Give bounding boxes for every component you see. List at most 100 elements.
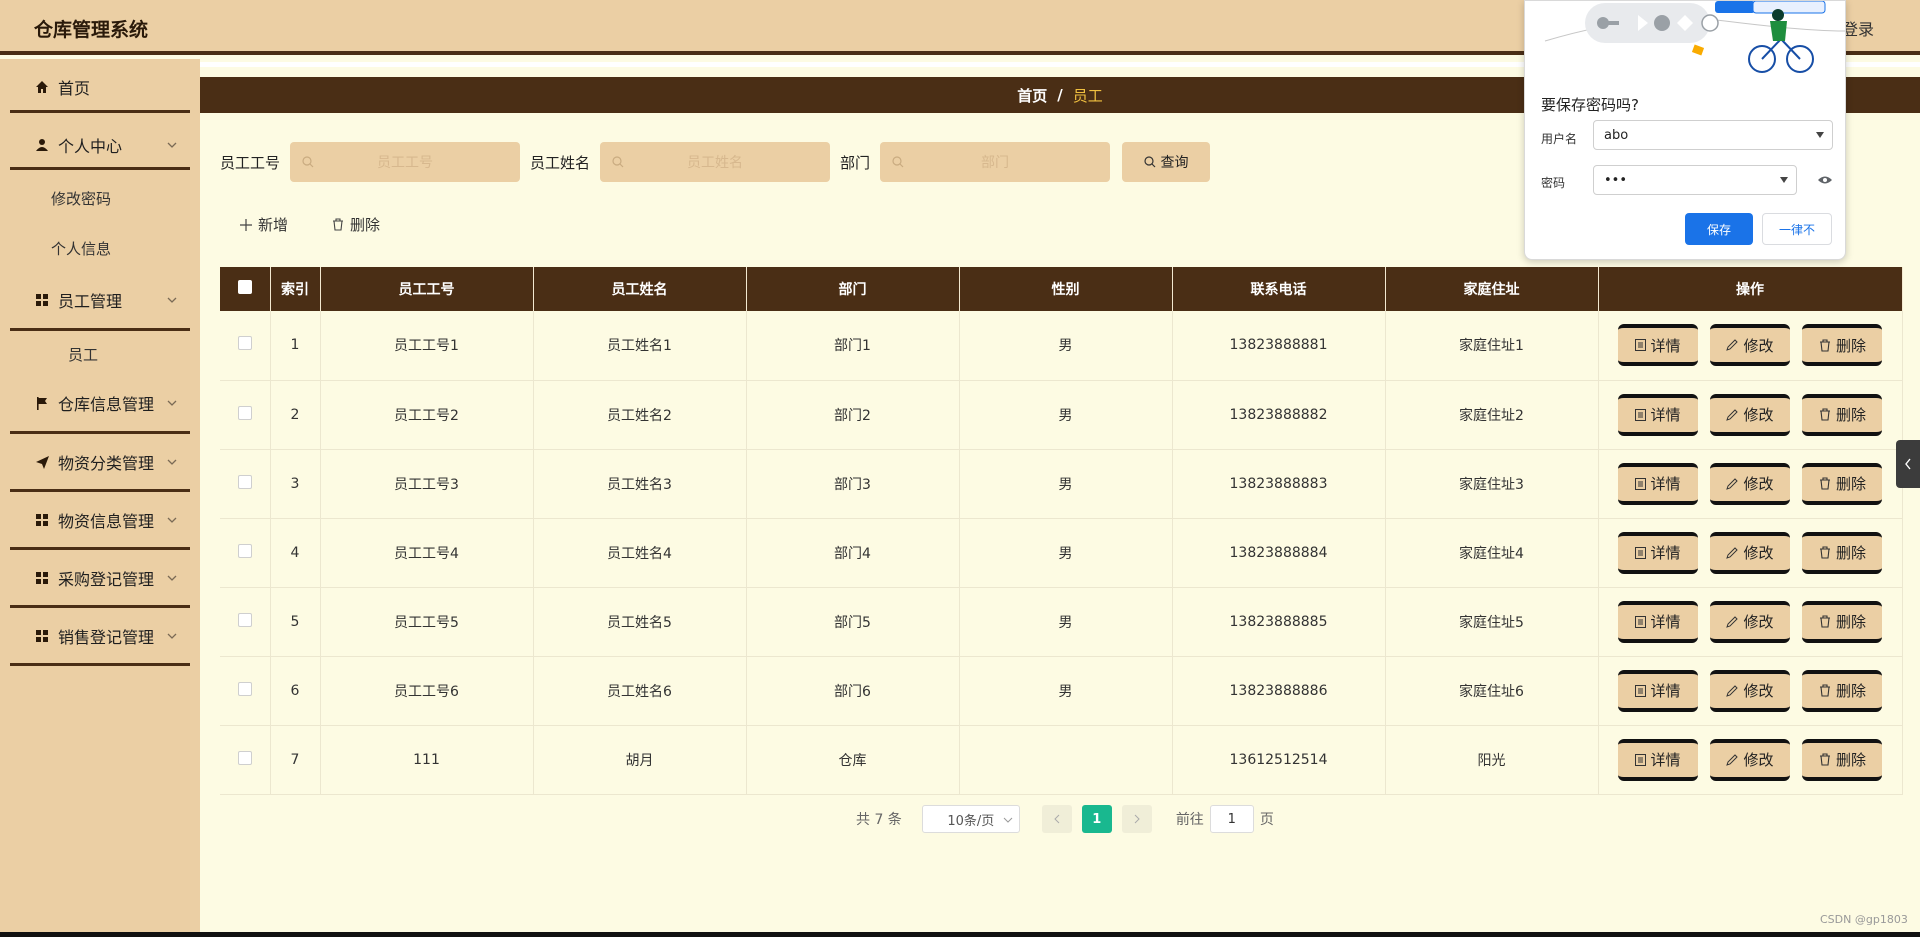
edit-button[interactable]: 修改 (1710, 531, 1790, 574)
bottom-bar (0, 932, 1920, 937)
sidebar-item-goods[interactable]: 物资信息管理 (10, 492, 190, 548)
delete-button[interactable]: 删除 (1802, 669, 1883, 712)
sidebar-item-label: 员工管理 (58, 292, 123, 311)
dept-input[interactable]: 部门 (880, 142, 1111, 182)
cell-gender: 男 (959, 656, 1173, 726)
add-button[interactable]: 新增 (240, 214, 288, 235)
column-header: 部门 (746, 267, 960, 311)
emp-no-input[interactable]: 员工工号 (290, 142, 521, 182)
breadcrumb-home[interactable]: 首页 (1017, 85, 1047, 106)
password-field[interactable]: ••• (1593, 165, 1797, 195)
cell-gender: 男 (959, 380, 1173, 450)
column-header: 操作 (1598, 267, 1903, 311)
delete-button[interactable]: 删除 (1802, 738, 1883, 781)
sidebar-item-label: 仓库信息管理 (58, 395, 155, 414)
row-checkbox[interactable] (237, 474, 252, 489)
eye-icon[interactable] (1817, 175, 1833, 185)
detail-label: 详情 (1650, 544, 1681, 562)
row-checkbox[interactable] (237, 681, 252, 696)
goto-page-input[interactable]: 1 (1209, 805, 1254, 833)
edit-label: 修改 (1743, 682, 1774, 700)
save-password-button[interactable]: 保存 (1685, 213, 1753, 245)
row-checkbox[interactable] (237, 405, 252, 420)
edit-button[interactable]: 修改 (1710, 324, 1790, 367)
sidebar-item-employee[interactable]: 员工管理 (10, 272, 190, 328)
cell-index: 1 (270, 311, 321, 381)
cell-dept: 部门1 (746, 311, 960, 381)
cell-actions: 详情 修改 删除 (1598, 725, 1903, 795)
username-field[interactable]: abo (1593, 120, 1833, 150)
sidebar-item-sales[interactable]: 销售登记管理 (10, 608, 190, 664)
detail-button[interactable]: 详情 (1617, 531, 1698, 574)
trash-icon (1819, 615, 1830, 628)
cell-dept: 部门4 (746, 518, 960, 588)
chevron-down-icon (167, 459, 177, 465)
edit-button[interactable]: 修改 (1710, 738, 1790, 781)
sidebar-item-purchase[interactable]: 采购登记管理 (10, 550, 190, 606)
cell-phone: 13823888882 (1172, 380, 1386, 450)
edit-icon (1726, 684, 1739, 697)
edit-label: 修改 (1743, 751, 1774, 769)
sidebar-subitem-employee[interactable]: 员工 (10, 331, 190, 377)
sidebar-subitem-change-password[interactable]: 修改密码 (10, 175, 190, 221)
select-all-cell[interactable] (220, 267, 271, 311)
select-all-checkbox[interactable] (237, 280, 252, 294)
detail-button[interactable]: 详情 (1617, 738, 1698, 781)
sidebar-item-warehouse[interactable]: 仓库信息管理 (10, 375, 190, 431)
detail-button[interactable]: 详情 (1617, 324, 1698, 367)
detail-button[interactable]: 详情 (1617, 462, 1698, 505)
sidebar-item-label: 首页 (58, 79, 91, 98)
row-select-cell[interactable] (220, 656, 271, 726)
search-icon (1143, 156, 1155, 168)
cell-phone: 13612512514 (1172, 725, 1386, 795)
row-checkbox[interactable] (237, 750, 252, 765)
page-size-select[interactable]: 10条/页 (921, 805, 1020, 833)
sidebar-item-label: 销售登记管理 (58, 628, 155, 647)
detail-label: 详情 (1650, 406, 1681, 424)
edit-button[interactable]: 修改 (1710, 600, 1790, 643)
detail-button[interactable]: 详情 (1617, 669, 1698, 712)
username-value: abo (1604, 127, 1629, 143)
side-collapse-tab[interactable] (1896, 440, 1920, 488)
cell-phone: 13823888884 (1172, 518, 1386, 588)
chevron-down-icon (167, 517, 177, 523)
prev-page-button[interactable] (1041, 805, 1072, 833)
delete-button[interactable]: 删除 (1802, 531, 1883, 574)
emp-name-input[interactable]: 员工姓名 (600, 142, 831, 182)
detail-button[interactable]: 详情 (1617, 600, 1698, 643)
edit-icon (1726, 477, 1739, 490)
delete-button[interactable]: 删除 (1802, 324, 1883, 367)
row-select-cell[interactable] (220, 380, 271, 450)
row-select-cell[interactable] (220, 449, 271, 519)
query-button[interactable]: 查询 (1122, 142, 1211, 182)
row-checkbox[interactable] (237, 612, 252, 627)
row-select-cell[interactable] (220, 725, 271, 795)
cell-index: 6 (270, 656, 321, 726)
edit-button[interactable]: 修改 (1710, 669, 1790, 712)
sidebar-item-category[interactable]: 物资分类管理 (10, 434, 190, 490)
delete-button[interactable]: 删除 (1802, 393, 1883, 436)
delete-button[interactable]: 删除 (1802, 462, 1883, 505)
next-page-button[interactable] (1121, 805, 1152, 833)
sidebar-subitem-personal-info[interactable]: 个人信息 (10, 225, 190, 271)
never-save-button[interactable]: 一律不 (1762, 213, 1832, 245)
delete-label: 删除 (1835, 475, 1866, 493)
page-size-value: 10条/页 (947, 813, 995, 829)
cell-emp-no: 员工工号6 (320, 656, 534, 726)
sidebar-item-personal[interactable]: 个人中心 (10, 117, 190, 173)
row-select-cell[interactable] (220, 587, 271, 657)
delete-button[interactable]: 删除 (1802, 600, 1883, 643)
batch-delete-button[interactable]: 删除 (332, 214, 380, 235)
sidebar-item-home[interactable]: 首页 (10, 59, 190, 115)
row-select-cell[interactable] (220, 311, 271, 381)
row-checkbox[interactable] (237, 336, 252, 351)
row-checkbox[interactable] (237, 543, 252, 558)
save-password-dialog: 要保存密码吗? 用户名 abo 密码 ••• 保存 一律不 (1524, 0, 1846, 260)
username-label: 用户名 (1541, 132, 1578, 146)
edit-button[interactable]: 修改 (1710, 393, 1790, 436)
edit-button[interactable]: 修改 (1710, 462, 1790, 505)
detail-button[interactable]: 详情 (1617, 393, 1698, 436)
page-number-current[interactable]: 1 (1081, 805, 1112, 833)
row-select-cell[interactable] (220, 518, 271, 588)
cell-dept: 部门3 (746, 449, 960, 519)
